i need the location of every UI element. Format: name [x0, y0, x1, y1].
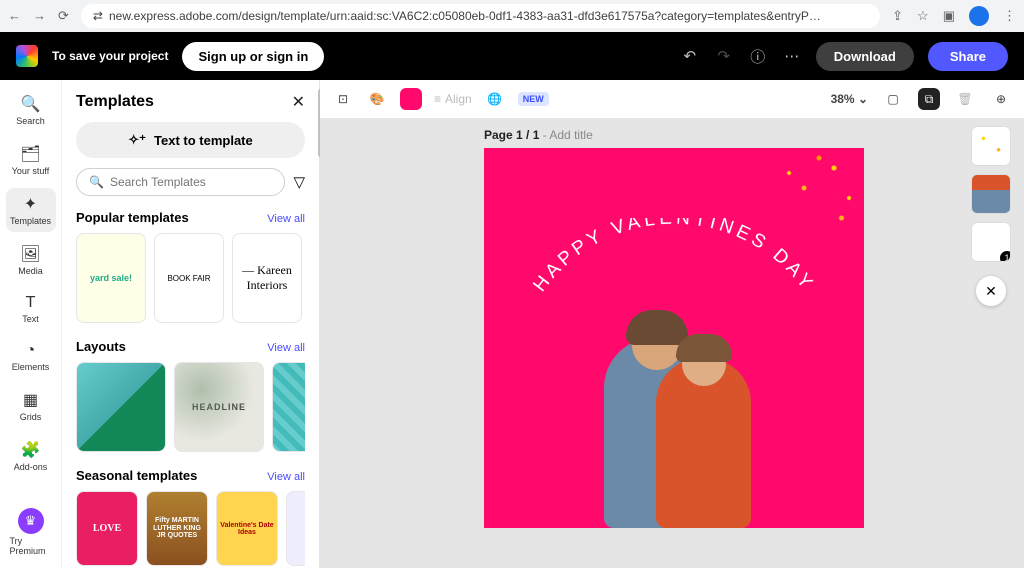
rail-elements[interactable]: ◔Elements: [6, 336, 56, 378]
address-bar[interactable]: ⇄ new.express.adobe.com/design/template/…: [81, 4, 880, 28]
back-icon[interactable]: ←: [8, 8, 21, 24]
layout-thumb[interactable]: HEADLINE: [174, 362, 264, 452]
section-seasonal-title: Seasonal templates: [76, 468, 197, 483]
add-page-icon[interactable]: ⊕: [990, 88, 1012, 110]
reading-icon[interactable]: ▣: [943, 8, 955, 24]
profile-avatar-icon[interactable]: [969, 6, 989, 26]
rail-grids[interactable]: ▦Grids: [6, 384, 56, 428]
layout-thumb[interactable]: [76, 362, 166, 452]
media-icon: 🖼: [20, 244, 40, 264]
text-icon: T: [26, 294, 36, 312]
app-header: To save your project Sign up or sign in …: [0, 32, 1024, 80]
section-popular-title: Popular templates: [76, 210, 189, 225]
pages-icon[interactable]: ▢: [882, 88, 904, 110]
crown-icon: ♛: [18, 508, 44, 534]
element-thumb[interactable]: [971, 174, 1011, 214]
addons-icon: 🧩: [21, 440, 41, 460]
search-field[interactable]: [110, 175, 273, 189]
redo-icon[interactable]: ↷: [714, 47, 734, 65]
search-icon: 🔍: [89, 175, 104, 189]
trash-icon[interactable]: 🗑: [954, 88, 976, 110]
seasonal-thumb[interactable]: LOVE: [76, 491, 138, 566]
contextual-toolbar: ⊡ 🎨 ≡Align 🌐 NEW 38% ⌄ ▢ ⧉ 🗑 ⊕: [320, 80, 1024, 118]
kebab-menu-icon[interactable]: ⋮: [1003, 8, 1016, 24]
rail-premium[interactable]: ♛Try Premium: [6, 502, 56, 562]
seasonal-thumb[interactable]: Valentine's Date Ideas: [216, 491, 278, 566]
search-templates-input[interactable]: 🔍: [76, 168, 285, 196]
translate-icon[interactable]: 🌐: [484, 88, 506, 110]
folder-icon: 🗂: [20, 144, 40, 164]
fill-color-swatch[interactable]: [400, 88, 422, 110]
seasonal-thumb[interactable]: Fifty MARTIN LUTHER KING JR QUOTES: [146, 491, 208, 566]
sparkle-icon: ✧⁺: [128, 132, 146, 148]
signup-button[interactable]: Sign up or sign in: [182, 42, 324, 71]
rail-templates[interactable]: ✦Templates: [6, 188, 56, 232]
panel-title: Templates: [76, 93, 154, 111]
viewall-popular[interactable]: View all: [267, 213, 305, 225]
browser-toolbar: ← → ⟳ ⇄ new.express.adobe.com/design/tem…: [0, 0, 1024, 32]
share-button[interactable]: Share: [928, 42, 1008, 71]
share-page-icon[interactable]: ⇪: [892, 8, 903, 24]
rail-text[interactable]: TText: [6, 288, 56, 330]
templates-icon: ✦: [24, 194, 37, 214]
chevron-down-icon: ⌄: [858, 92, 868, 106]
rail-media[interactable]: 🖼Media: [6, 238, 56, 282]
site-settings-icon[interactable]: ⇄: [93, 9, 103, 23]
layers-icon[interactable]: ⧉: [918, 88, 940, 110]
adobe-logo-icon[interactable]: [16, 45, 38, 67]
templates-panel: Templates ✕ ✧⁺ Text to template 🔍 ▽ Popu…: [62, 80, 320, 568]
viewall-layouts[interactable]: View all: [267, 342, 305, 354]
page-label[interactable]: Page 1 / 1 - Add title: [320, 118, 1024, 148]
left-rail: 🔍Search 🗂Your stuff ✦Templates 🖼Media TT…: [0, 80, 62, 568]
save-prompt-text: To save your project: [52, 49, 168, 63]
template-thumb[interactable]: — Kareen Interiors: [232, 233, 302, 323]
rail-your-stuff[interactable]: 🗂Your stuff: [6, 138, 56, 182]
grids-icon: ▦: [23, 390, 38, 410]
count-badge: 1: [1000, 251, 1011, 262]
close-mini-panel-icon[interactable]: ✕: [976, 276, 1006, 306]
bookmark-icon[interactable]: ☆: [917, 8, 929, 24]
canvas-area: ⊡ 🎨 ≡Align 🌐 NEW 38% ⌄ ▢ ⧉ 🗑 ⊕ Page 1 / …: [320, 80, 1024, 568]
filter-icon[interactable]: ▽: [293, 173, 305, 191]
svg-text:HAPPY VALENTINES DAY: HAPPY VALENTINES DAY: [529, 218, 818, 296]
download-button[interactable]: Download: [816, 42, 914, 71]
reload-icon[interactable]: ⟳: [58, 8, 69, 24]
element-thumb[interactable]: [971, 126, 1011, 166]
help-icon[interactable]: ⓘ: [748, 46, 768, 67]
rail-search[interactable]: 🔍Search: [6, 88, 56, 132]
elements-icon: ◔: [26, 342, 36, 360]
template-thumb[interactable]: yard sale!: [76, 233, 146, 323]
url-text: new.express.adobe.com/design/template/ur…: [109, 9, 821, 23]
align-control: ≡Align: [434, 92, 472, 106]
artboard[interactable]: HAPPY VALENTINES DAY: [484, 148, 864, 528]
more-icon[interactable]: ⋯: [782, 47, 802, 65]
element-thumb[interactable]: 1: [971, 222, 1011, 262]
new-badge: NEW: [518, 92, 549, 106]
viewall-seasonal[interactable]: View all: [267, 471, 305, 483]
seasonal-thumb[interactable]: [286, 491, 305, 566]
zoom-level[interactable]: 38% ⌄: [831, 92, 868, 106]
forward-icon[interactable]: →: [33, 8, 46, 24]
undo-icon[interactable]: ↶: [680, 47, 700, 65]
section-layouts-title: Layouts: [76, 339, 126, 354]
align-icon: ≡: [434, 92, 441, 106]
text-to-template-button[interactable]: ✧⁺ Text to template: [76, 122, 305, 158]
couple-photo[interactable]: [584, 318, 764, 528]
search-icon: 🔍: [21, 94, 41, 114]
template-thumb[interactable]: BOOK FAIR: [154, 233, 224, 323]
elements-mini-panel: 1 ✕: [970, 126, 1012, 306]
rail-addons[interactable]: 🧩Add-ons: [6, 434, 56, 478]
crop-icon[interactable]: ⊡: [332, 88, 354, 110]
palette-icon[interactable]: 🎨: [366, 88, 388, 110]
layout-thumb[interactable]: [272, 362, 305, 452]
close-panel-icon[interactable]: ✕: [292, 92, 305, 112]
